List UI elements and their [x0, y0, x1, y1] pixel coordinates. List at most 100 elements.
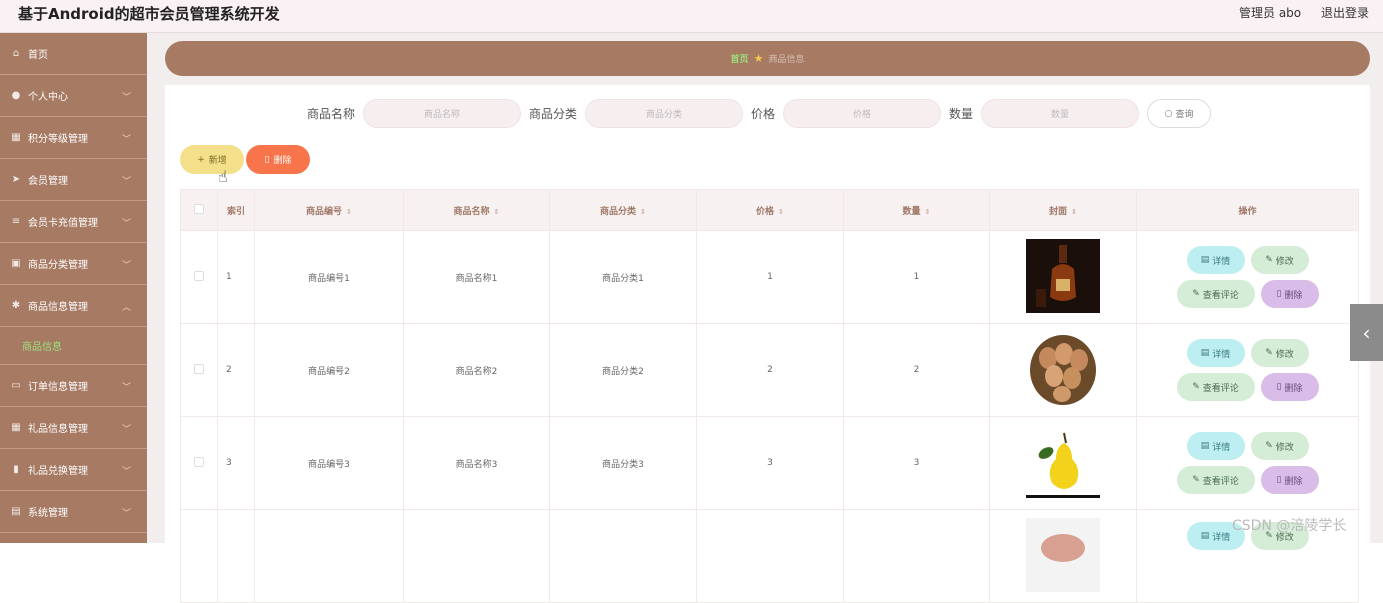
collapse-handle-chevron-left-icon[interactable]: ‹: [1350, 304, 1383, 361]
col-price[interactable]: 价格 ⇕: [696, 189, 844, 231]
table-row: 1 商品编号1 商品名称1 商品分类1 1 1 ▤ 详情 ✎ 修改 ✎ 查看评论…: [180, 230, 1359, 324]
row-checkbox[interactable]: [180, 230, 218, 324]
sort-icon: ⇕: [640, 207, 646, 216]
calendar-icon: ▣: [11, 258, 21, 269]
pencil-icon: ✎: [1192, 475, 1200, 485]
edit-button[interactable]: ✎ 修改: [1250, 339, 1309, 367]
col-qty[interactable]: 数量 ⇕: [843, 189, 990, 231]
table-row: ▤ 详情 ✎ 修改: [180, 509, 1359, 603]
row-price: 3: [696, 416, 844, 510]
detail-button[interactable]: ▤ 详情: [1186, 246, 1245, 274]
pencil-icon: ✎: [1265, 441, 1273, 451]
detail-button[interactable]: ▤ 详情: [1186, 339, 1245, 367]
doc-icon: ▤: [1200, 348, 1210, 358]
pencil-icon: ✎: [1265, 255, 1273, 265]
chevron-down-icon: ﹀: [121, 177, 131, 187]
row-delete-button[interactable]: ▯ 删除: [1260, 280, 1319, 308]
row-qty: 1: [843, 230, 990, 324]
pencil-icon: ✎: [1265, 348, 1273, 358]
grid-icon: ▦: [11, 132, 21, 143]
sidebar-item-gifts[interactable]: ▦ 礼品信息管理 ﹀: [0, 407, 147, 449]
logout-link[interactable]: 退出登录: [1321, 6, 1369, 20]
view-review-button[interactable]: ✎ 查看评论: [1176, 466, 1255, 494]
hand-cursor-icon: ☝: [218, 167, 228, 186]
row-actions: ▤ 详情 ✎ 修改 ✎ 查看评论 ▯ 删除: [1136, 323, 1359, 417]
row-checkbox[interactable]: [180, 509, 218, 603]
detail-button[interactable]: ▤ 详情: [1186, 432, 1245, 460]
user-label: 管理员 abo: [1239, 6, 1302, 20]
chevron-down-icon: ﹀: [121, 467, 131, 477]
settings-icon: ▤: [11, 506, 21, 517]
col-name[interactable]: 商品名称 ⇕: [403, 189, 550, 231]
row-checkbox[interactable]: [180, 323, 218, 417]
row-index: 3: [217, 416, 255, 510]
pencil-icon: ✎: [1192, 382, 1200, 392]
search-icon: ○: [1164, 108, 1173, 119]
chevron-down-icon: ﹀: [121, 219, 131, 229]
search-label-price: 价格: [751, 107, 776, 121]
batch-delete-button[interactable]: ▯ 删除: [246, 145, 310, 174]
sidebar-item-recharge[interactable]: ≡ 会员卡充值管理 ﹀: [0, 201, 147, 243]
row-price: 2: [696, 323, 844, 417]
pencil-icon: ✎: [1192, 289, 1200, 299]
sidebar-item-category[interactable]: ▣ 商品分类管理 ﹀: [0, 243, 147, 285]
view-review-button[interactable]: ✎ 查看评论: [1176, 280, 1255, 308]
trash-icon: ▯: [264, 154, 270, 165]
sidebar-item-members[interactable]: ➤ 会员管理 ﹀: [0, 159, 147, 201]
search-button[interactable]: ○ 查询: [1147, 99, 1212, 128]
sort-icon: ⇕: [1071, 207, 1077, 216]
search-input-price[interactable]: 价格: [783, 99, 942, 128]
row-code: 商品编号2: [254, 323, 404, 417]
search-label-category: 商品分类: [529, 107, 578, 121]
row-index: 1: [217, 230, 255, 324]
sidebar-item-points[interactable]: ▦ 积分等级管理 ﹀: [0, 117, 147, 159]
add-button[interactable]: + 新增: [180, 145, 244, 174]
breadcrumb-current: 商品信息: [768, 55, 805, 65]
search-input-name[interactable]: 商品名称: [363, 99, 522, 128]
col-code[interactable]: 商品编号 ⇕: [254, 189, 404, 231]
user-icon: ●: [11, 90, 21, 101]
search-label-qty: 数量: [949, 107, 974, 121]
select-all-checkbox[interactable]: [180, 189, 218, 231]
search-input-qty[interactable]: 数量: [981, 99, 1140, 128]
sidebar-item-orders[interactable]: ▭ 订单信息管理 ﹀: [0, 365, 147, 407]
grid-icon: ▦: [11, 422, 21, 433]
trash-icon: ▯: [1276, 382, 1282, 392]
sidebar-item-profile[interactable]: ● 个人中心 ﹀: [0, 75, 147, 117]
doc-icon: ▤: [1200, 531, 1210, 541]
row-cover: [989, 416, 1137, 510]
col-cover[interactable]: 封面 ⇕: [989, 189, 1137, 231]
sidebar-item-gift-exchange[interactable]: ▮ 礼品兑换管理 ﹀: [0, 449, 147, 491]
chevron-down-icon: ﹀: [121, 509, 131, 519]
breadcrumb-home[interactable]: 首页: [731, 52, 749, 65]
row-cover: [989, 230, 1137, 324]
col-category[interactable]: 商品分类 ⇕: [549, 189, 697, 231]
doc-icon: ▤: [1200, 255, 1210, 265]
sidebar-item-products[interactable]: ✱ 商品信息管理 ︿: [0, 285, 147, 327]
row-checkbox[interactable]: [180, 416, 218, 510]
main-area: 首页 ★ 商品信息 商品名称 商品名称 商品分类 商品分类 价格 价格 数量 数…: [147, 33, 1383, 603]
row-qty: 2: [843, 323, 990, 417]
row-delete-button[interactable]: ▯ 删除: [1260, 466, 1319, 494]
edit-button[interactable]: ✎ 修改: [1250, 432, 1309, 460]
sidebar-item-home[interactable]: ⌂ 首页: [0, 33, 147, 75]
chevron-down-icon: ﹀: [121, 425, 131, 435]
sidebar-item-system[interactable]: ▤ 系统管理 ﹀: [0, 491, 147, 533]
row-delete-button[interactable]: ▯ 删除: [1260, 373, 1319, 401]
table-header-row: 索引 商品编号 ⇕ 商品名称 ⇕ 商品分类 ⇕ 价格 ⇕ 数量 ⇕ 封面 ⇕ 操作: [180, 189, 1359, 231]
sidebar: ⌂ 首页 ● 个人中心 ﹀ ▦ 积分等级管理 ﹀ ➤ 会员管理 ﹀ ≡ 会员卡充值管理 ﹀ ▣ 商品…: [0, 33, 147, 543]
chevron-down-icon: ﹀: [121, 93, 131, 103]
doc-icon: ▤: [1200, 441, 1210, 451]
row-cover: [989, 509, 1137, 603]
sidebar-subitem-product-info[interactable]: 商品信息: [0, 327, 147, 365]
row-qty: 3: [843, 416, 990, 510]
top-bar: 基于Android的超市会员管理系统开发 管理员 abo 退出登录: [0, 0, 1383, 33]
chevron-down-icon: ﹀: [121, 261, 131, 271]
breadcrumb: 首页 ★ 商品信息: [165, 41, 1370, 76]
edit-button[interactable]: ✎ 修改: [1250, 246, 1309, 274]
row-code: 商品编号3: [254, 416, 404, 510]
home-icon: ⌂: [12, 48, 20, 59]
content-panel: 商品名称 商品名称 商品分类 商品分类 价格 价格 数量 数量 ○ 查询 + 新增 …: [165, 85, 1370, 603]
view-review-button[interactable]: ✎ 查看评论: [1176, 373, 1255, 401]
search-input-category[interactable]: 商品分类: [585, 99, 744, 128]
